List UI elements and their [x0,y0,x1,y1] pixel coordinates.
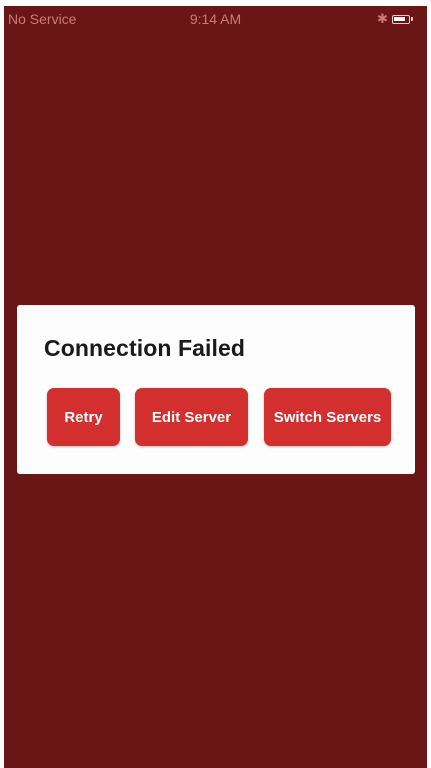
switch-servers-button[interactable]: Switch Servers [264,388,391,446]
battery-level [394,17,405,21]
connection-failed-dialog: Connection Failed Retry Edit Server Swit… [17,305,415,474]
status-bar: No Service 9:14 AM ✱ [4,6,427,34]
battery-icon [392,15,410,24]
battery-tip [411,17,413,21]
app-screen: No Service 9:14 AM ✱ Connection Failed R… [4,6,427,768]
edit-server-button[interactable]: Edit Server [135,388,248,446]
dialog-title: Connection Failed [44,335,246,361]
clock-time: 9:14 AM [189,11,242,27]
retry-button[interactable]: Retry [47,388,120,446]
bluetooth-icon: ✱ [377,11,388,26]
